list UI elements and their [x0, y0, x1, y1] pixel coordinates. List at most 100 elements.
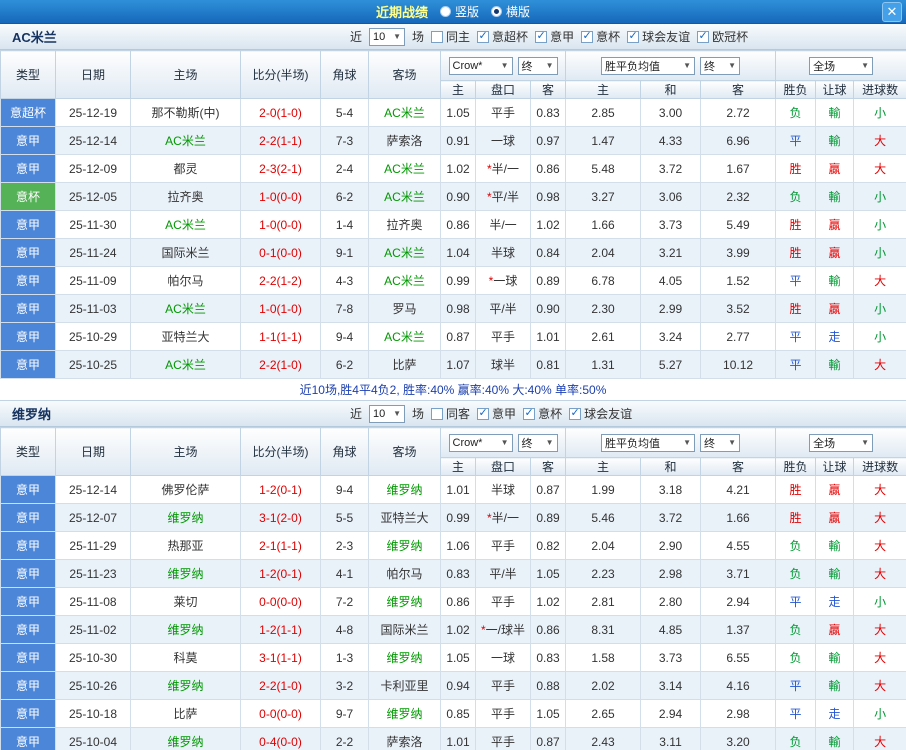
cell-score: 0-4(0-0) — [241, 728, 321, 750]
avg-final-select[interactable]: 终 ▼ — [700, 57, 740, 75]
checkbox-box-icon[interactable] — [477, 31, 489, 43]
col-header-type: 类型 — [1, 428, 56, 476]
cell-away-team: 维罗纳 — [369, 644, 441, 672]
cell-odds-home: 0.98 — [441, 295, 476, 323]
cell-odds-home: 1.04 — [441, 239, 476, 267]
tables-container: AC米兰 近 10 ▼ 场 同主意超杯意甲意杯球会友谊欧冠杯 类型 — [0, 24, 906, 750]
cell-avg-draw: 3.11 — [641, 728, 701, 750]
cell-handicap: 一球 — [476, 127, 531, 155]
dropdown-arrow-icon: ▼ — [501, 439, 509, 447]
cell-date: 25-10-26 — [56, 672, 131, 700]
radio-horizontal[interactable]: 横版 — [491, 3, 530, 20]
cell-result-wdl: 负 — [776, 560, 816, 588]
close-button[interactable]: ✕ — [882, 2, 902, 22]
cell-corner: 1-4 — [321, 211, 369, 239]
checkbox-box-icon[interactable] — [431, 31, 443, 43]
cell-score: 2-1(1-1) — [241, 532, 321, 560]
cell-odds-away: 1.02 — [531, 211, 566, 239]
filter-checkbox[interactable]: 意杯 — [581, 28, 620, 45]
cell-away-team: 罗马 — [369, 295, 441, 323]
cell-home-team: 国际米兰 — [131, 239, 241, 267]
checkbox-label: 欧冠杯 — [712, 28, 748, 45]
match-count-select[interactable]: 10 ▼ — [369, 405, 405, 423]
fulltime-select[interactable]: 全场 ▼ — [809, 57, 873, 75]
filter-checkbox[interactable]: 球会友谊 — [569, 405, 632, 422]
cell-corner: 3-2 — [321, 672, 369, 700]
cell-odds-away: 0.87 — [531, 728, 566, 750]
cell-result-goals: 大 — [854, 351, 906, 379]
cell-odds-away: 0.82 — [531, 532, 566, 560]
cell-avg-away: 4.55 — [701, 532, 776, 560]
radio-horizontal-icon[interactable] — [491, 6, 502, 17]
cell-result-wdl: 负 — [776, 532, 816, 560]
checkbox-box-icon[interactable] — [431, 408, 443, 420]
cell-handicap: 平手 — [476, 532, 531, 560]
cell-competition-type: 意甲 — [1, 700, 56, 728]
cell-avg-away: 1.67 — [701, 155, 776, 183]
filter-checkbox[interactable]: 同客 — [431, 405, 470, 422]
match-row: 意甲25-10-30科莫3-1(1-1)1-3维罗纳1.05一球0.831.58… — [1, 644, 906, 672]
dropdown-arrow-icon: ▼ — [546, 62, 554, 70]
cell-away-team: AC米兰 — [369, 323, 441, 351]
radio-vertical[interactable]: 竖版 — [440, 3, 479, 20]
cell-date: 25-12-14 — [56, 127, 131, 155]
odds-company-select[interactable]: Crow* ▼ — [449, 434, 513, 452]
cell-avg-away: 6.96 — [701, 127, 776, 155]
cell-home-team: 维罗纳 — [131, 616, 241, 644]
cell-date: 25-10-04 — [56, 728, 131, 750]
col-header-corner: 角球 — [321, 51, 369, 99]
cell-odds-away: 0.84 — [531, 239, 566, 267]
cell-result-wdl: 平 — [776, 323, 816, 351]
cell-avg-home: 1.58 — [566, 644, 641, 672]
odds-final-select[interactable]: 终 ▼ — [518, 57, 558, 75]
col-header-home: 主场 — [131, 428, 241, 476]
filter-checkbox[interactable]: 意甲 — [477, 405, 516, 422]
radio-vertical-icon[interactable] — [440, 6, 451, 17]
filter-checkbox[interactable]: 意杯 — [523, 405, 562, 422]
odds-final-select[interactable]: 终 ▼ — [518, 434, 558, 452]
filter-checkbox[interactable]: 欧冠杯 — [697, 28, 748, 45]
cell-avg-away: 1.52 — [701, 267, 776, 295]
checkbox-box-icon[interactable] — [581, 31, 593, 43]
radio-vertical-label: 竖版 — [455, 3, 479, 20]
odds-company-select[interactable]: Crow* ▼ — [449, 57, 513, 75]
sub-col-header: 客 — [701, 81, 776, 99]
checkbox-box-icon[interactable] — [569, 408, 581, 420]
cell-home-team: AC米兰 — [131, 127, 241, 155]
filter-checkbox[interactable]: 意甲 — [535, 28, 574, 45]
fulltime-select[interactable]: 全场 ▼ — [809, 434, 873, 452]
cell-result-goals: 大 — [854, 672, 906, 700]
cell-home-team: 维罗纳 — [131, 504, 241, 532]
checkbox-box-icon[interactable] — [697, 31, 709, 43]
cell-result-wdl: 胜 — [776, 155, 816, 183]
cell-result-handicap: 贏 — [816, 155, 854, 183]
group-header-row: 类型 日期 主场 比分(半场) 角球 客场 Crow* ▼ 终 — [1, 51, 906, 81]
cell-away-team: 维罗纳 — [369, 588, 441, 616]
filter-checkbox[interactable]: 同主 — [431, 28, 470, 45]
cell-odds-home: 0.83 — [441, 560, 476, 588]
cell-date: 25-12-19 — [56, 99, 131, 127]
cell-odds-home: 1.01 — [441, 476, 476, 504]
checkbox-label: 球会友谊 — [642, 28, 690, 45]
cell-avg-away: 4.16 — [701, 672, 776, 700]
filter-checkbox[interactable]: 意超杯 — [477, 28, 528, 45]
filter-checkbox[interactable]: 球会友谊 — [627, 28, 690, 45]
col-header-away: 客场 — [369, 428, 441, 476]
cell-score: 2-2(1-1) — [241, 127, 321, 155]
filters: 近 10 ▼ 场 同主意超杯意甲意杯球会友谊欧冠杯 — [350, 28, 748, 46]
matches-tbody: 意甲25-12-14佛罗伦萨1-2(0-1)9-4维罗纳1.01半球0.871.… — [1, 476, 906, 750]
cell-away-team: 亚特兰大 — [369, 504, 441, 532]
checkbox-box-icon[interactable] — [627, 31, 639, 43]
avg-final-select[interactable]: 终 ▼ — [700, 434, 740, 452]
cell-odds-away: 0.83 — [531, 99, 566, 127]
cell-competition-type: 意甲 — [1, 295, 56, 323]
avg-odds-select[interactable]: 胜平负均值 ▼ — [601, 57, 695, 75]
checkbox-box-icon[interactable] — [535, 31, 547, 43]
match-count-select[interactable]: 10 ▼ — [369, 28, 405, 46]
cell-odds-away: 0.98 — [531, 183, 566, 211]
checkbox-box-icon[interactable] — [477, 408, 489, 420]
avg-odds-select[interactable]: 胜平负均值 ▼ — [601, 434, 695, 452]
cell-result-goals: 小 — [854, 323, 906, 351]
sub-col-header: 主 — [441, 458, 476, 476]
checkbox-box-icon[interactable] — [523, 408, 535, 420]
